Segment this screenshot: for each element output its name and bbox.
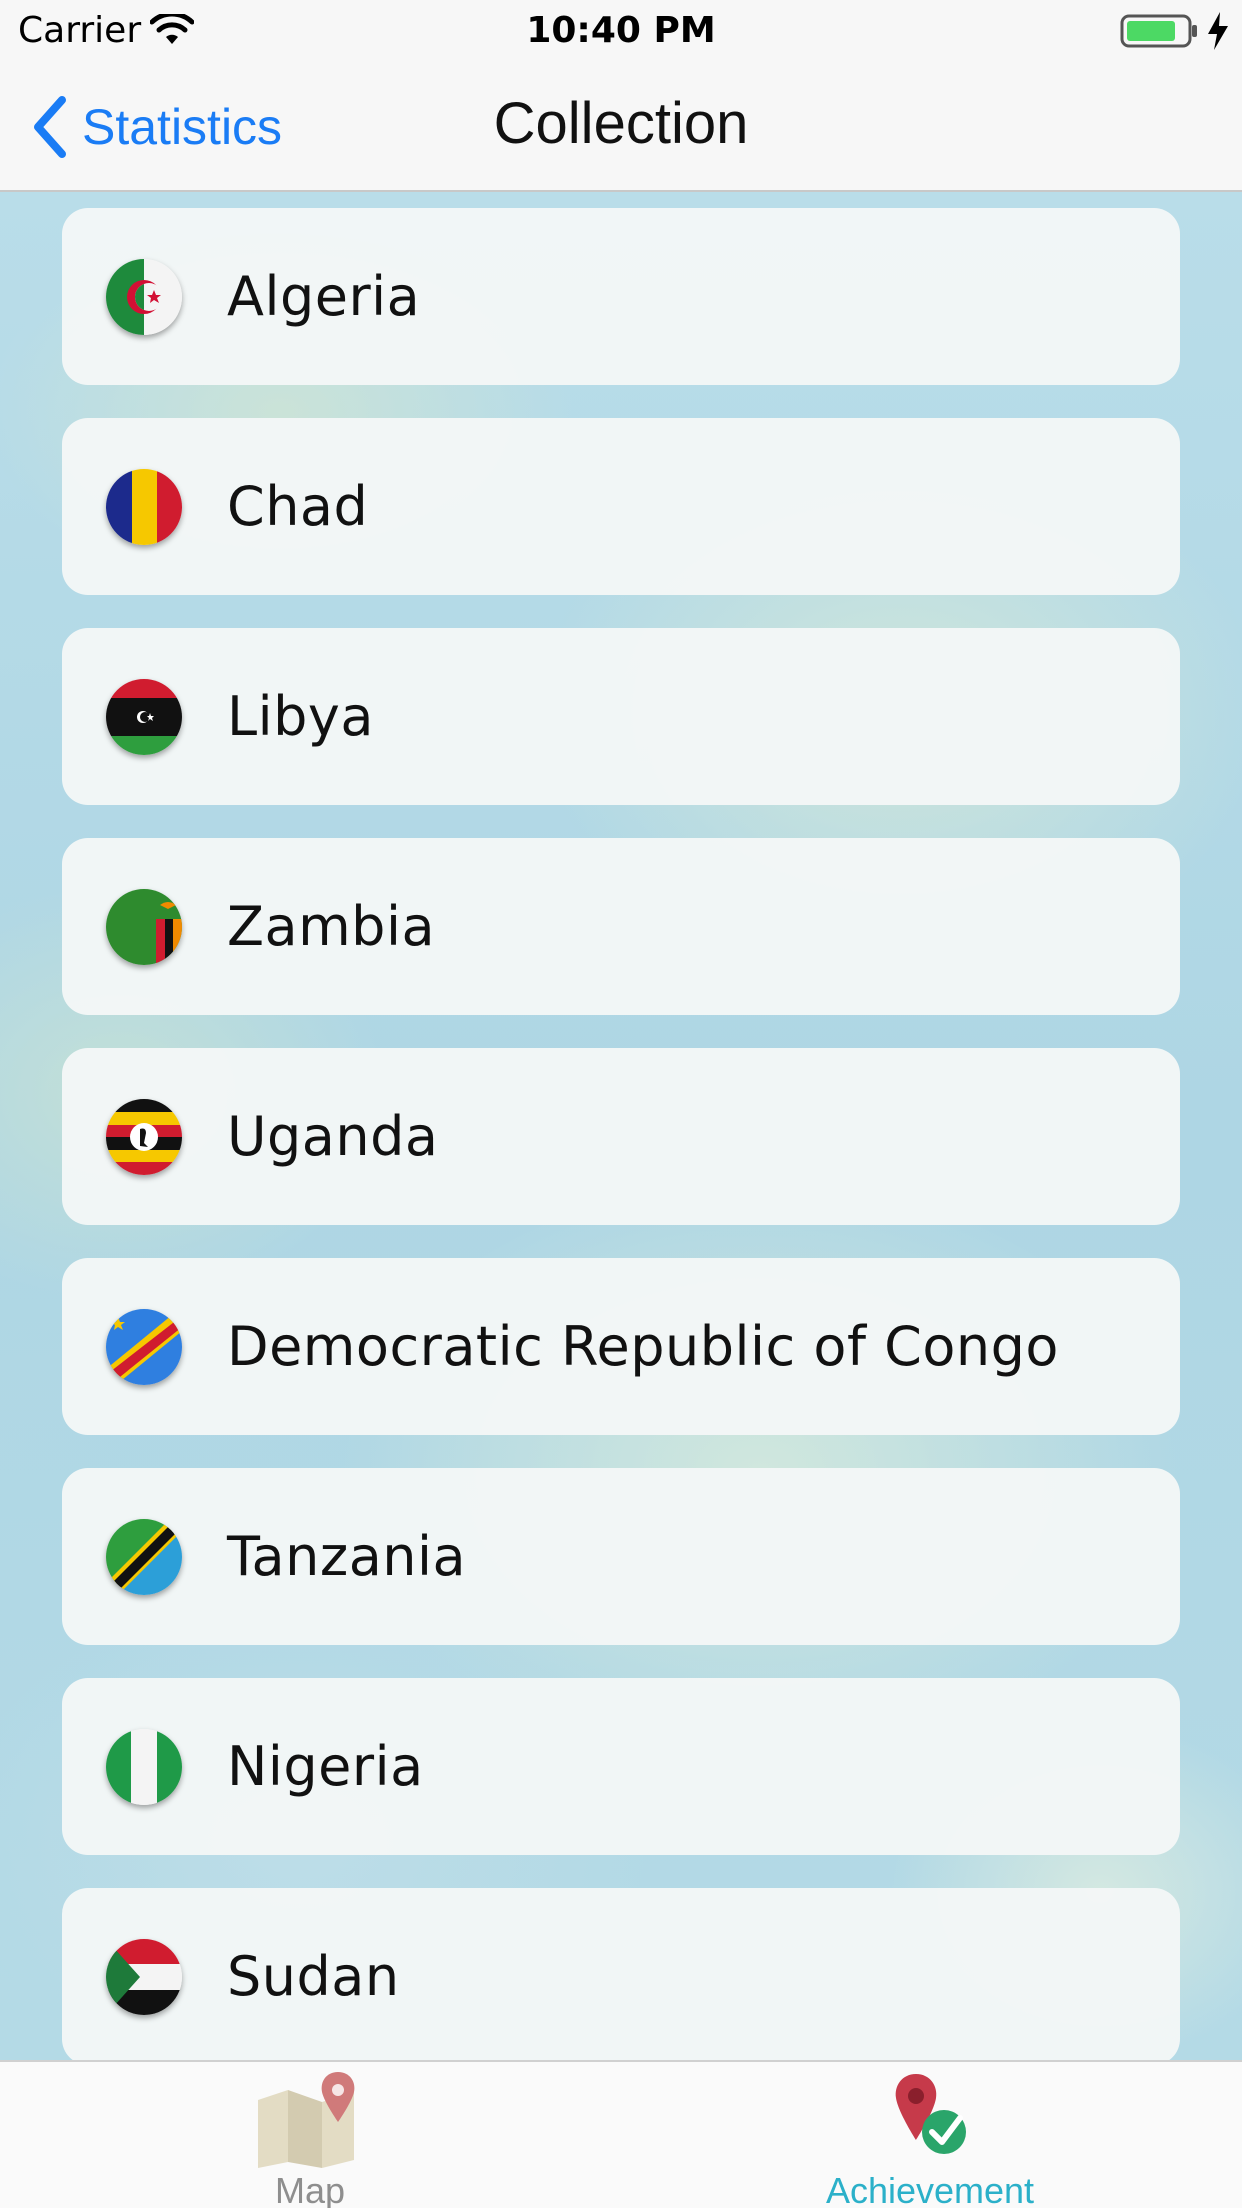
list-item-uganda[interactable]: Uganda <box>62 1048 1180 1225</box>
navigation-bar: Statistics Collection <box>0 62 1242 192</box>
achievement-icon <box>895 2074 966 2154</box>
tab-map-label: Map <box>274 2170 346 2208</box>
country-name: Chad <box>227 475 369 538</box>
country-list[interactable]: Algeria Chad Libya Zambia Uganda Democra… <box>0 192 1242 2060</box>
charging-bolt-icon <box>1208 12 1228 50</box>
list-item-nigeria[interactable]: Nigeria <box>62 1678 1180 1855</box>
battery-icon <box>1120 14 1197 48</box>
country-name: Democratic Republic of Congo <box>227 1315 1059 1378</box>
tanzania-flag-icon <box>106 1518 182 1595</box>
country-name: Zambia <box>227 895 436 958</box>
country-name: Sudan <box>227 1945 400 2008</box>
map-icon <box>258 2072 355 2168</box>
list-item-democratic-republic-of-congo[interactable]: Democratic Republic of Congo <box>62 1258 1180 1435</box>
zambia-flag-icon <box>106 888 182 965</box>
tab-achievement-label: Achievement <box>825 2170 1035 2208</box>
list-item-algeria[interactable]: Algeria <box>62 208 1180 385</box>
chad-flag-icon <box>106 468 182 545</box>
sudan-flag-icon <box>106 1938 182 2015</box>
libya-flag-icon <box>106 678 182 755</box>
country-name: Libya <box>227 685 374 748</box>
nigeria-flag-icon <box>106 1728 182 1805</box>
algeria-flag-icon <box>106 258 182 335</box>
list-item-tanzania[interactable]: Tanzania <box>62 1468 1180 1645</box>
page-title: Collection <box>493 91 749 156</box>
country-name: Algeria <box>227 265 421 328</box>
country-name: Nigeria <box>227 1735 424 1798</box>
tab-bar: Map Achievement <box>0 2060 1242 2208</box>
clock: 10:40 PM <box>526 10 716 51</box>
country-name: Uganda <box>227 1105 439 1168</box>
drc-flag-icon <box>106 1308 182 1385</box>
list-item-zambia[interactable]: Zambia <box>62 838 1180 1015</box>
list-item-libya[interactable]: Libya <box>62 628 1180 805</box>
tab-map[interactable]: Map <box>130 2062 490 2208</box>
uganda-flag-icon <box>106 1098 182 1175</box>
list-item-chad[interactable]: Chad <box>62 418 1180 595</box>
country-name: Tanzania <box>227 1525 467 1588</box>
status-bar: Carrier 10:40 PM <box>0 0 1242 62</box>
tab-achievement[interactable]: Achievement <box>750 2062 1110 2208</box>
list-item-sudan[interactable]: Sudan <box>62 1888 1180 2060</box>
